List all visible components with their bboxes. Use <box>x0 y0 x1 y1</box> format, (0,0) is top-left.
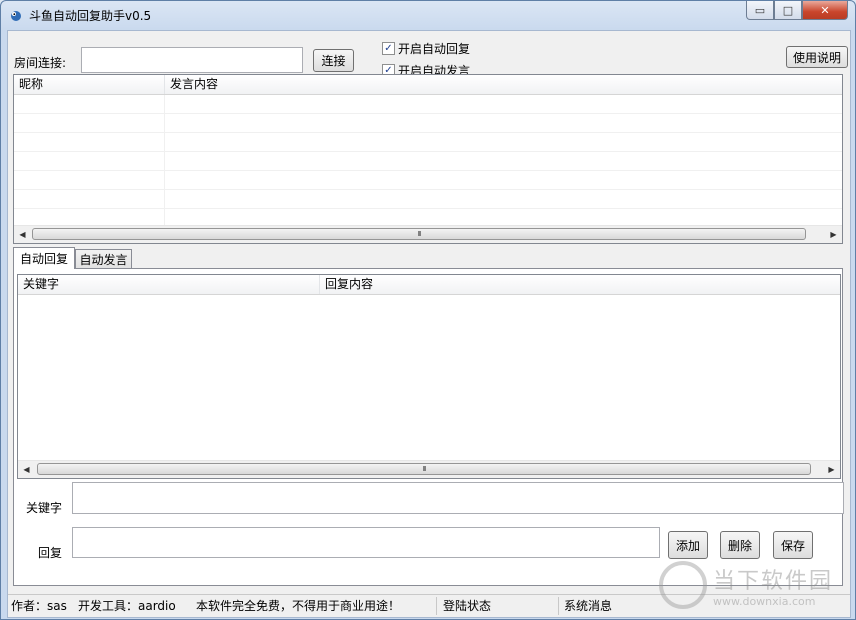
scroll-thumb[interactable]: III <box>32 228 806 240</box>
column-header-message[interactable]: 发言内容 <box>165 75 842 94</box>
reply-list-hscrollbar[interactable]: ◀ III ▶ <box>18 460 840 478</box>
minimize-icon: ▭ <box>754 3 766 17</box>
column-header-reply[interactable]: 回复内容 <box>320 275 840 294</box>
help-button-label: 使用说明 <box>792 50 841 65</box>
watermark: 当下软件园 www.downxia.com <box>658 561 833 609</box>
client-area: 房间连接: 连接 ✓ 开启自动回复 ✓ 开启自动发言 使用说明 昵称 发言内容 <box>7 30 851 618</box>
title-bar[interactable]: 斗鱼自动回复助手v0.5 ▭ □ ✕ <box>1 1 855 29</box>
tab-auto-speak[interactable]: 自动发言 <box>75 249 132 269</box>
close-button[interactable]: ✕ <box>802 1 848 20</box>
column-header-keyword[interactable]: 关键字 <box>18 275 320 294</box>
connect-button-label: 连接 <box>321 54 346 68</box>
help-button[interactable]: 使用说明 <box>786 46 848 68</box>
status-login: 登陆状态 <box>443 599 492 613</box>
maximize-icon: □ <box>782 3 794 17</box>
window-controls: ▭ □ ✕ <box>746 1 848 20</box>
reply-label: 回复 <box>38 546 63 560</box>
chat-list[interactable]: 昵称 发言内容 ◀ III ▶ <box>13 74 843 244</box>
chat-list-header: 昵称 发言内容 <box>14 75 842 95</box>
room-connect-label: 房间连接: <box>14 56 67 70</box>
scroll-thumb[interactable]: III <box>37 463 811 475</box>
save-button[interactable]: 保存 <box>773 531 813 559</box>
reply-list[interactable]: 关键字 回复内容 ◀ III ▶ <box>17 274 841 479</box>
close-icon: ✕ <box>820 3 830 17</box>
window-title: 斗鱼自动回复助手v0.5 <box>29 9 152 23</box>
delete-button[interactable]: 删除 <box>720 531 760 559</box>
list-item <box>14 152 842 171</box>
list-item <box>14 95 842 114</box>
add-button-label: 添加 <box>675 538 700 553</box>
status-separator <box>558 597 559 615</box>
scroll-left-icon[interactable]: ◀ <box>18 461 35 478</box>
status-notice: 本软件完全免费，不得用于商业用途！ <box>196 599 401 613</box>
status-system-message: 系统消息 <box>564 599 613 613</box>
connect-button[interactable]: 连接 <box>313 49 354 72</box>
maximize-button[interactable]: □ <box>774 1 802 20</box>
scroll-right-icon[interactable]: ▶ <box>823 461 840 478</box>
list-item <box>14 190 842 209</box>
scroll-left-icon[interactable]: ◀ <box>14 226 31 243</box>
chat-list-rows <box>14 95 842 228</box>
status-separator <box>436 597 437 615</box>
column-header-nickname[interactable]: 昵称 <box>14 75 165 94</box>
list-item <box>14 171 842 190</box>
reply-list-header: 关键字 回复内容 <box>18 275 840 295</box>
delete-button-label: 删除 <box>727 538 752 553</box>
list-item <box>14 133 842 152</box>
auto-reply-label: 开启自动回复 <box>398 42 471 56</box>
minimize-button[interactable]: ▭ <box>746 1 774 20</box>
status-author: 作者：sas <box>11 599 67 613</box>
watermark-logo-icon <box>658 561 707 609</box>
keyword-label: 关键字 <box>26 501 63 515</box>
auto-reply-checkbox[interactable]: ✓ 开启自动回复 <box>382 40 470 57</box>
checkbox-checked-icon: ✓ <box>382 42 395 55</box>
chat-list-hscrollbar[interactable]: ◀ III ▶ <box>14 225 842 243</box>
watermark-url: www.downxia.com <box>712 594 816 608</box>
tab-auto-reply[interactable]: 自动回复 <box>13 247 75 269</box>
scroll-right-icon[interactable]: ▶ <box>825 226 842 243</box>
reply-input[interactable] <box>72 527 660 558</box>
app-window: 斗鱼自动回复助手v0.5 ▭ □ ✕ 房间连接: 连接 ✓ 开启自动回复 ✓ 开… <box>0 0 856 620</box>
add-button[interactable]: 添加 <box>668 531 708 559</box>
save-button-label: 保存 <box>780 538 805 553</box>
room-url-input[interactable] <box>81 47 303 73</box>
watermark-name: 当下软件园 <box>712 568 833 594</box>
tab-panel-auto-reply: 关键字 回复内容 ◀ III ▶ 关键字 回复 添加 删除 保存 <box>13 268 844 586</box>
keyword-input[interactable] <box>72 482 844 514</box>
status-dev-tool: 开发工具：aardio <box>78 599 176 613</box>
list-item <box>14 114 842 133</box>
app-fish-icon <box>11 11 21 21</box>
